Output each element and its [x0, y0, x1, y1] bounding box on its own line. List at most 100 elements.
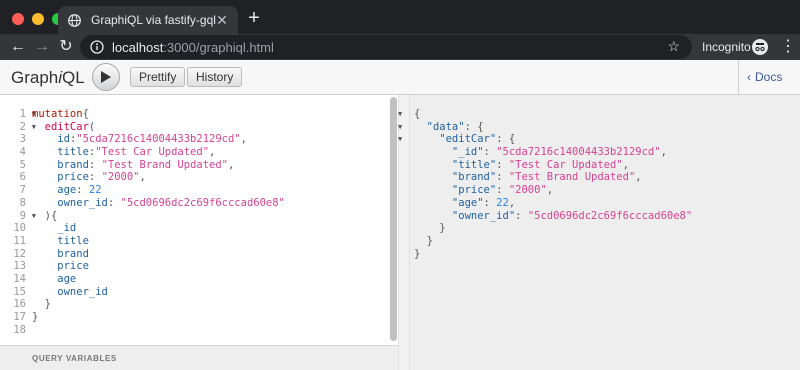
line-number: 5: [19, 158, 26, 171]
line-number: 17: [13, 311, 26, 323]
code-token: id: [32, 133, 70, 146]
result-fold-slot: [398, 197, 408, 210]
code-line: title: [32, 235, 285, 248]
code-token: "owner_id": [414, 209, 516, 222]
editor-scrollbar[interactable]: [390, 97, 397, 341]
result-fold-slot[interactable]: ▼: [398, 108, 408, 121]
code-line: {: [414, 108, 692, 121]
code-token: :: [496, 158, 509, 171]
minimize-window-button[interactable]: [32, 13, 44, 25]
code-token: price: [32, 171, 89, 184]
url-path: :3000/graphiql.html: [163, 39, 274, 55]
code-token: "age": [414, 196, 484, 209]
code-line: brand: [32, 248, 285, 261]
code-token: : {: [464, 120, 484, 133]
line-number: 2 ▼: [19, 120, 36, 133]
graphiql-toolbar: GraphiQL Prettify History ‹ Docs: [0, 60, 800, 95]
line-number: 6: [19, 171, 26, 184]
code-line: price: "2000",: [32, 171, 285, 184]
code-token: "5cda7216c14004433b2129cd": [496, 146, 661, 159]
code-token: "5cd0696dc2c69f6cccad60e8": [120, 196, 285, 209]
code-token: : {: [496, 133, 516, 146]
window-controls: [12, 13, 64, 25]
browser-tab[interactable]: GraphiQL via fastify-gql ✕: [58, 6, 238, 34]
result-fold-slot: [398, 248, 408, 261]
code-line: "editCar": {: [414, 133, 692, 146]
line-number: 16: [13, 298, 26, 311]
code-token: ){: [32, 209, 58, 222]
query-editor[interactable]: 1 ▼ 2 ▼ 3 4 5 6 7 8 9 ▼ 10 11 12 13 14 15 16 17 18 mutation{…: [0, 95, 399, 370]
code-token: :: [88, 158, 102, 171]
close-window-button[interactable]: [12, 13, 24, 25]
code-line: }: [414, 235, 692, 248]
code-token: ,: [660, 146, 667, 159]
code-token: "5cda7216c14004433b2129cd": [76, 133, 241, 146]
address-bar[interactable]: localhost:3000/graphiql.html ☆: [80, 35, 692, 59]
incognito-icon[interactable]: [752, 39, 768, 55]
result-fold-slot[interactable]: ▼: [398, 121, 408, 134]
code-token: "Test Brand Updated": [508, 171, 636, 184]
code-line: "_id": "5cda7216c14004433b2129cd",: [414, 146, 692, 159]
browser-toolbar: ← → ↻ localhost:3000/graphiql.html ☆ Inc…: [0, 34, 800, 60]
code-token: }: [414, 247, 421, 260]
browser-tab-bar: GraphiQL via fastify-gql ✕ +: [0, 0, 800, 34]
query-code[interactable]: mutation{ editCar( id:"5cda7216c14004433…: [32, 108, 285, 336]
chevron-left-icon: ‹: [747, 70, 751, 84]
info-icon[interactable]: [90, 40, 104, 54]
result-code: { "data": { "editCar": { "_id": "5cda721…: [414, 108, 692, 260]
code-token: }: [32, 298, 51, 311]
logo-prefix: Graph: [11, 68, 59, 87]
reload-icon[interactable]: ↻: [56, 37, 76, 57]
code-token: price: [32, 260, 89, 273]
code-token: :: [496, 184, 509, 197]
code-line: id:"5cda7216c14004433b2129cd",: [32, 133, 285, 146]
code-line: _id: [32, 222, 285, 235]
code-token: :: [107, 196, 121, 209]
prettify-button[interactable]: Prettify: [130, 67, 186, 87]
code-token: 22: [88, 184, 102, 197]
result-fold-gutter: ▼ ▼ ▼: [398, 108, 408, 260]
forward-arrow-icon[interactable]: →: [32, 37, 52, 57]
code-line: mutation{: [32, 108, 285, 121]
result-fold-slot: [398, 235, 408, 248]
code-line: owner_id: [32, 286, 285, 299]
back-arrow-icon[interactable]: ←: [8, 37, 28, 57]
tab-title: GraphiQL via fastify-gql: [91, 13, 216, 27]
docs-label: Docs: [755, 70, 783, 84]
code-line: brand: "Test Brand Updated",: [32, 159, 285, 172]
code-token: }: [414, 234, 433, 247]
result-fold-slot[interactable]: ▼: [398, 133, 408, 146]
history-button[interactable]: History: [187, 67, 243, 87]
execute-query-button[interactable]: [92, 63, 120, 91]
query-variables-bar[interactable]: QUERY VARIABLES: [0, 345, 398, 370]
result-fold-slot: [398, 159, 408, 172]
code-token: "price": [414, 184, 497, 197]
code-token: "data": [414, 120, 465, 133]
logo-suffix: QL: [62, 68, 85, 87]
line-number: 15: [13, 285, 26, 298]
globe-icon: [68, 13, 81, 27]
code-token: owner_id: [32, 196, 108, 209]
line-number: 3: [19, 133, 26, 146]
code-token: _id: [32, 222, 77, 235]
bookmark-star-icon[interactable]: ☆: [667, 38, 680, 55]
code-token: ,: [209, 146, 216, 159]
close-tab-icon[interactable]: ✕: [216, 12, 228, 29]
code-token: ,: [508, 196, 516, 209]
code-token: (: [88, 120, 96, 133]
code-line: owner_id: "5cd0696dc2c69f6cccad60e8": [32, 197, 285, 210]
code-token: "Test Car Updated": [95, 146, 210, 159]
url-host: localhost: [112, 39, 164, 55]
code-line: }: [414, 222, 692, 235]
line-number: 12: [13, 247, 26, 260]
code-token: "editCar": [414, 133, 497, 146]
code-line: "brand": "Test Brand Updated",: [414, 171, 692, 184]
code-token: brand: [32, 247, 89, 260]
more-menu-icon[interactable]: ⋮: [780, 37, 796, 57]
code-token: title: [32, 234, 89, 247]
code-token: :: [483, 196, 497, 209]
docs-button[interactable]: ‹ Docs: [738, 60, 800, 94]
result-fold-slot: [398, 210, 408, 223]
new-tab-button[interactable]: +: [244, 8, 264, 28]
code-token: "Test Car Updated": [508, 158, 623, 171]
